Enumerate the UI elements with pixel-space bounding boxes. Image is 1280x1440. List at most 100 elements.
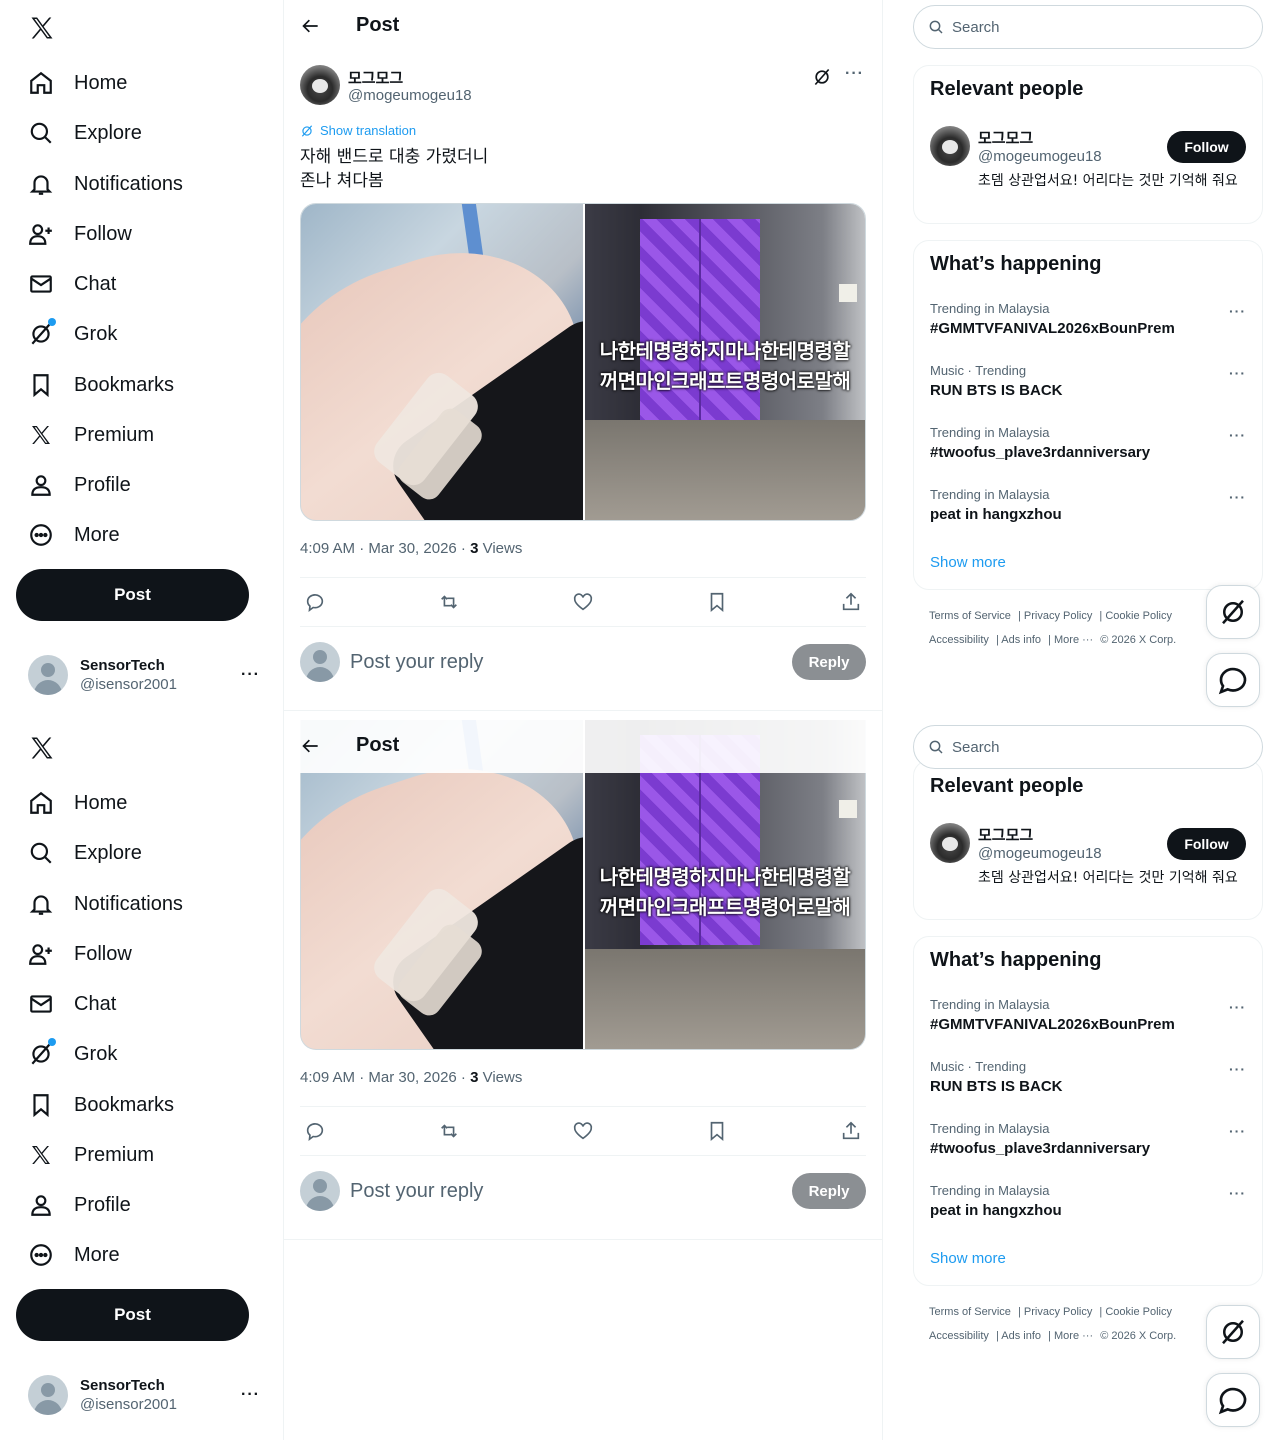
account-more-icon[interactable]: ···	[241, 1386, 260, 1404]
footer-ads[interactable]: Ads info	[1001, 634, 1041, 646]
grok-fab[interactable]	[1206, 1305, 1260, 1359]
trend-more-icon[interactable]: ···	[1229, 303, 1246, 319]
account-name: SensorTech	[80, 1377, 165, 1394]
footer-cookie[interactable]: Cookie Policy	[1105, 610, 1172, 622]
grok-icon[interactable]	[812, 67, 832, 87]
nav-grok[interactable]: Grok	[16, 311, 129, 357]
footer-terms[interactable]: Terms of Service	[929, 1306, 1011, 1318]
follow-button[interactable]: Follow	[1167, 131, 1246, 163]
nav-bookmarks[interactable]: Bookmarks	[16, 1082, 186, 1128]
trend-item[interactable]: Trending in Malaysia peat in hangxzhou ·…	[930, 1183, 1248, 1239]
person-handle[interactable]: @mogeumogeu18	[978, 845, 1102, 862]
nav-profile[interactable]: Profile	[16, 462, 143, 508]
footer-privacy[interactable]: Privacy Policy	[1024, 1306, 1092, 1318]
reply-icon[interactable]	[304, 1120, 326, 1142]
nav-follow[interactable]: Follow	[16, 211, 144, 257]
trend-more-icon[interactable]: ···	[1229, 489, 1246, 505]
nav-chat[interactable]: Chat	[16, 261, 128, 307]
post-button[interactable]: Post	[16, 569, 249, 621]
account-more-icon[interactable]: ···	[241, 666, 260, 684]
repost-icon[interactable]	[438, 591, 460, 613]
person-name[interactable]: 모그모그	[978, 824, 1033, 845]
photo-elevator[interactable]: 나한테명령하지마나한테명령할 꺼면마인크래프트명령어로말해	[585, 204, 865, 520]
account-switcher[interactable]: SensorTech @isensor2001 ···	[16, 647, 272, 703]
nav-notifications[interactable]: Notifications	[16, 161, 195, 207]
x-logo-icon[interactable]	[24, 10, 60, 46]
follow-button[interactable]: Follow	[1167, 828, 1246, 860]
person-avatar[interactable]	[930, 126, 970, 166]
trend-item[interactable]: Music · Trending RUN BTS IS BACK ···	[930, 363, 1248, 419]
trend-more-icon[interactable]: ···	[1229, 1061, 1246, 1077]
trend-more-icon[interactable]: ···	[1229, 427, 1246, 443]
post-button[interactable]: Post	[16, 1289, 249, 1341]
reply-button[interactable]: Reply	[792, 644, 866, 680]
search-input[interactable]: Search	[913, 5, 1263, 49]
trend-item[interactable]: Trending in Malaysia #twoofus_plave3rdan…	[930, 425, 1248, 481]
trend-more-icon[interactable]: ···	[1229, 1123, 1246, 1139]
author-handle[interactable]: @mogeumogeu18	[348, 87, 472, 104]
nav-more[interactable]: More	[16, 1232, 132, 1278]
reply-input[interactable]: Post your reply	[350, 1180, 792, 1203]
show-translation-link[interactable]: Show translation	[300, 123, 416, 138]
timestamp[interactable]: 4:09 AM · Mar 30, 2026 ·	[300, 1069, 470, 1086]
search-input[interactable]: Search	[913, 725, 1263, 769]
nav-follow[interactable]: Follow	[16, 931, 144, 977]
person-handle[interactable]: @mogeumogeu18	[978, 148, 1102, 165]
footer-cookie[interactable]: Cookie Policy	[1105, 1306, 1172, 1318]
bookmark-icon[interactable]	[706, 591, 728, 613]
person-name[interactable]: 모그모그	[978, 127, 1033, 148]
nav-notifications[interactable]: Notifications	[16, 881, 195, 927]
tweet-media[interactable]: 나한테명령하지마나한테명령할 꺼면마인크래프트명령어로말해	[300, 203, 866, 521]
grok-fab[interactable]	[1206, 585, 1260, 639]
nav-profile[interactable]: Profile	[16, 1182, 143, 1228]
footer-accessibility[interactable]: Accessibility	[929, 1330, 989, 1342]
trend-item[interactable]: Trending in Malaysia #GMMTVFANIVAL2026xB…	[930, 301, 1248, 357]
nav-home[interactable]: Home	[16, 780, 139, 826]
trend-more-icon[interactable]: ···	[1229, 365, 1246, 381]
nav-more[interactable]: More	[16, 512, 132, 558]
footer-privacy[interactable]: Privacy Policy	[1024, 610, 1092, 622]
like-icon[interactable]	[572, 591, 594, 613]
trend-item[interactable]: Trending in Malaysia #twoofus_plave3rdan…	[930, 1121, 1248, 1177]
nav-grok[interactable]: Grok	[16, 1031, 129, 1077]
author-avatar[interactable]	[300, 65, 340, 105]
tweet-more-icon[interactable]: ···	[845, 65, 864, 83]
trend-item[interactable]: Trending in Malaysia peat in hangxzhou ·…	[930, 487, 1248, 543]
reply-button[interactable]: Reply	[792, 1173, 866, 1209]
footer-terms[interactable]: Terms of Service	[929, 610, 1011, 622]
reply-icon[interactable]	[304, 591, 326, 613]
trend-item[interactable]: Trending in Malaysia #GMMTVFANIVAL2026xB…	[930, 997, 1248, 1053]
trend-item[interactable]: Music · Trending RUN BTS IS BACK ···	[930, 1059, 1248, 1115]
timestamp[interactable]: 4:09 AM · Mar 30, 2026 ·	[300, 540, 470, 557]
chat-fab[interactable]	[1206, 653, 1260, 707]
reply-input[interactable]: Post your reply	[350, 651, 792, 674]
bookmark-icon[interactable]	[706, 1120, 728, 1142]
photo-arm-bandage[interactable]	[301, 204, 583, 520]
footer-more[interactable]: More ···	[1054, 1330, 1093, 1342]
person-avatar[interactable]	[930, 823, 970, 863]
author-name[interactable]: 모그모그	[348, 67, 403, 88]
trend-more-icon[interactable]: ···	[1229, 999, 1246, 1015]
nav-explore[interactable]: Explore	[16, 830, 154, 876]
x-logo-icon[interactable]	[24, 730, 60, 766]
nav-home[interactable]: Home	[16, 60, 139, 106]
nav-bookmarks[interactable]: Bookmarks	[16, 362, 186, 408]
nav-chat[interactable]: Chat	[16, 981, 128, 1027]
nav-premium[interactable]: Premium	[16, 1132, 166, 1178]
account-switcher[interactable]: SensorTech @isensor2001 ···	[16, 1367, 272, 1423]
footer-ads[interactable]: Ads info	[1001, 1330, 1041, 1342]
back-arrow-icon[interactable]	[298, 13, 324, 39]
footer-more[interactable]: More ···	[1054, 634, 1093, 646]
show-more-link[interactable]: Show more	[930, 1250, 1006, 1267]
nav-explore[interactable]: Explore	[16, 110, 154, 156]
trend-more-icon[interactable]: ···	[1229, 1185, 1246, 1201]
repost-icon[interactable]	[438, 1120, 460, 1142]
like-icon[interactable]	[572, 1120, 594, 1142]
nav-premium[interactable]: Premium	[16, 412, 166, 458]
share-icon[interactable]	[840, 591, 862, 613]
chat-fab[interactable]	[1206, 1373, 1260, 1427]
show-more-link[interactable]: Show more	[930, 554, 1006, 571]
back-arrow-icon[interactable]	[298, 733, 324, 759]
footer-accessibility[interactable]: Accessibility	[929, 634, 989, 646]
share-icon[interactable]	[840, 1120, 862, 1142]
